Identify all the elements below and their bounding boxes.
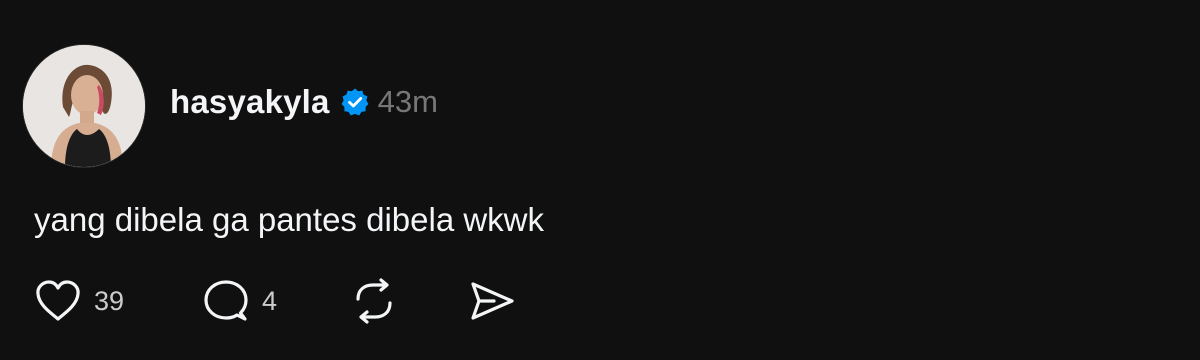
- post-header: hasyakyla 43m: [170, 80, 438, 124]
- heart-icon: [34, 279, 82, 323]
- repost-button[interactable]: [350, 277, 468, 325]
- comment-icon: [202, 278, 250, 324]
- repost-icon: [350, 277, 398, 325]
- share-button[interactable]: [468, 278, 516, 324]
- username[interactable]: hasyakyla: [170, 83, 330, 121]
- verified-badge-icon: [340, 87, 370, 117]
- like-button[interactable]: 39: [34, 279, 202, 323]
- thread-post: hasyakyla 43m yang dibela ga pantes dibe…: [0, 0, 1200, 360]
- reply-button[interactable]: 4: [202, 278, 350, 324]
- timestamp: 43m: [377, 84, 438, 119]
- action-bar: 39 4: [34, 276, 516, 326]
- reply-count: 4: [262, 285, 278, 316]
- share-icon: [468, 278, 516, 324]
- like-count: 39: [94, 285, 125, 316]
- avatar[interactable]: [22, 44, 146, 168]
- post-text: yang dibela ga pantes dibela wkwk: [34, 201, 545, 238]
